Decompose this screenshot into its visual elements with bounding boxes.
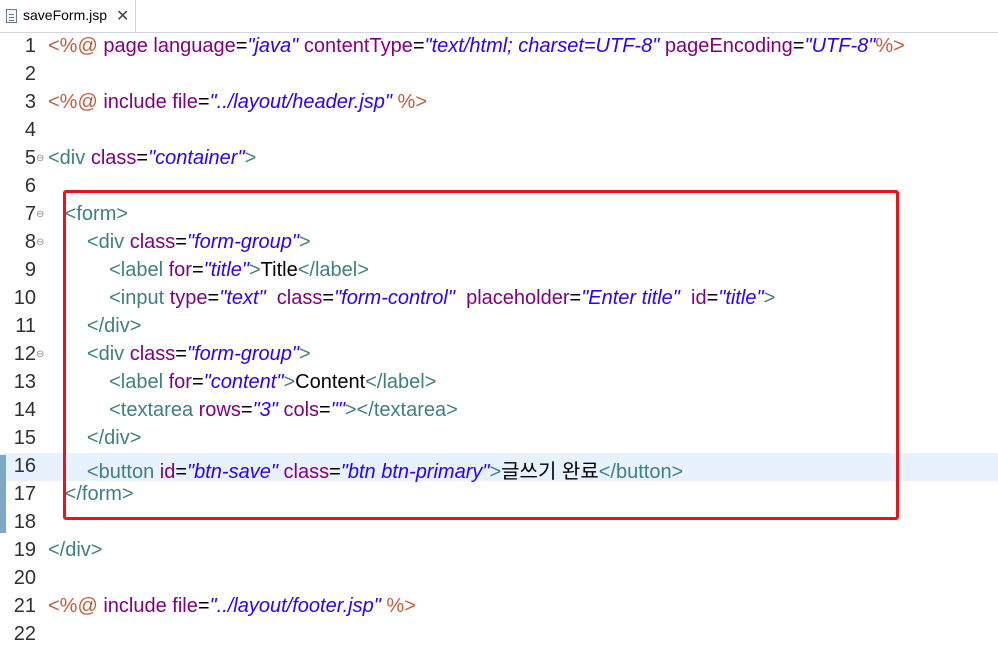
line-number: 2 xyxy=(24,63,36,85)
line-number: 4 xyxy=(24,119,36,141)
fold-toggle-icon[interactable]: ⊖ xyxy=(36,349,44,360)
code-token-val: "text/html; charset=UTF-8" xyxy=(424,35,660,57)
tab-title: saveForm.jsp xyxy=(23,7,108,23)
line-number: 13 xyxy=(13,371,36,393)
line-number: 17 xyxy=(13,483,36,505)
code-token-txt: = xyxy=(197,595,210,617)
code-token-attr: file xyxy=(172,91,198,113)
code-token-attr: include xyxy=(103,91,173,113)
code-token-attr: page xyxy=(103,35,154,57)
code-token-txt: = xyxy=(136,147,149,169)
code-text: <div class="container"> xyxy=(48,147,256,170)
code-line[interactable]: 20 xyxy=(0,565,998,593)
line-number: 18 xyxy=(13,511,36,533)
code-line[interactable]: 19 </div> xyxy=(0,537,998,565)
line-number: 11 xyxy=(15,315,36,337)
line-number: 8 xyxy=(24,231,36,253)
code-text: <%@ include file="../layout/footer.jsp" … xyxy=(48,595,416,618)
change-marker xyxy=(0,455,6,533)
line-number: 19 xyxy=(13,539,36,561)
code-token-txt: = xyxy=(792,35,805,57)
code-token-attr: include xyxy=(103,595,173,617)
code-token-txt: = xyxy=(197,91,210,113)
code-token-attr: class xyxy=(90,147,137,169)
code-token-attr: file xyxy=(172,595,198,617)
line-number: 21 xyxy=(13,595,36,617)
code-token-dir: <%@ xyxy=(48,595,104,617)
fold-toggle-icon[interactable]: ⊖ xyxy=(36,237,44,248)
code-token-attr: language xyxy=(153,35,236,57)
code-line[interactable]: 21 <%@ include file="../layout/footer.jsp… xyxy=(0,593,998,621)
code-token-attr: pageEncoding xyxy=(664,35,793,57)
code-line[interactable]: 4 xyxy=(0,117,998,145)
code-token-dir: <%@ xyxy=(48,91,104,113)
code-line[interactable]: 22 xyxy=(0,621,998,649)
highlight-annotation-box xyxy=(63,190,899,520)
code-token-dir: %> xyxy=(875,35,905,57)
line-number: 5 xyxy=(24,147,36,169)
line-number: 14 xyxy=(13,399,36,421)
code-token-val: "../layout/header.jsp" xyxy=(209,91,392,113)
code-token-attr: contentType xyxy=(303,35,413,57)
line-number: 16 xyxy=(13,455,36,477)
line-number: 15 xyxy=(13,427,36,449)
code-text: </div> xyxy=(48,539,102,562)
jsp-file-icon xyxy=(6,9,17,23)
code-token-val: "java" xyxy=(247,35,299,57)
line-number: 6 xyxy=(24,175,36,197)
code-token-val: "container" xyxy=(148,147,245,169)
code-token-dir: <%@ xyxy=(48,35,104,57)
code-line[interactable]: 1 <%@ page language="java" contentType="t… xyxy=(0,33,998,61)
code-token-txt: = xyxy=(235,35,248,57)
line-number: 10 xyxy=(13,287,36,309)
code-line[interactable]: 2 xyxy=(0,61,998,89)
code-token-val: "../layout/footer.jsp" xyxy=(209,595,381,617)
code-line[interactable]: 3 <%@ include file="../layout/header.jsp"… xyxy=(0,89,998,117)
line-number: 3 xyxy=(24,91,36,113)
line-number: 20 xyxy=(13,567,36,589)
line-number: 9 xyxy=(24,259,36,281)
code-token-txt: = xyxy=(412,35,425,57)
line-number: 7 xyxy=(24,203,36,225)
code-token-tag: > xyxy=(244,147,257,169)
code-token-tag: </div> xyxy=(48,539,103,561)
line-number: 12 xyxy=(13,343,36,365)
code-token-val: "UTF-8" xyxy=(804,35,876,57)
fold-toggle-icon[interactable]: ⊖ xyxy=(36,153,44,164)
fold-toggle-icon[interactable]: ⊖ xyxy=(36,209,44,220)
code-token-tag: <div xyxy=(48,147,91,169)
close-icon[interactable]: ✕ xyxy=(116,6,129,25)
tab-saveform-jsp[interactable]: saveForm.jsp ✕ xyxy=(0,0,136,32)
code-text: <%@ page language="java" contentType="te… xyxy=(48,35,905,58)
editor-tab-bar: saveForm.jsp ✕ xyxy=(0,0,998,33)
line-number: 1 xyxy=(24,35,36,57)
code-text: <%@ include file="../layout/header.jsp" … xyxy=(48,91,427,114)
code-token-dir: %> xyxy=(386,595,416,617)
code-line[interactable]: 5 ⊖ <div class="container"> xyxy=(0,145,998,173)
code-token-dir: %> xyxy=(397,91,428,113)
